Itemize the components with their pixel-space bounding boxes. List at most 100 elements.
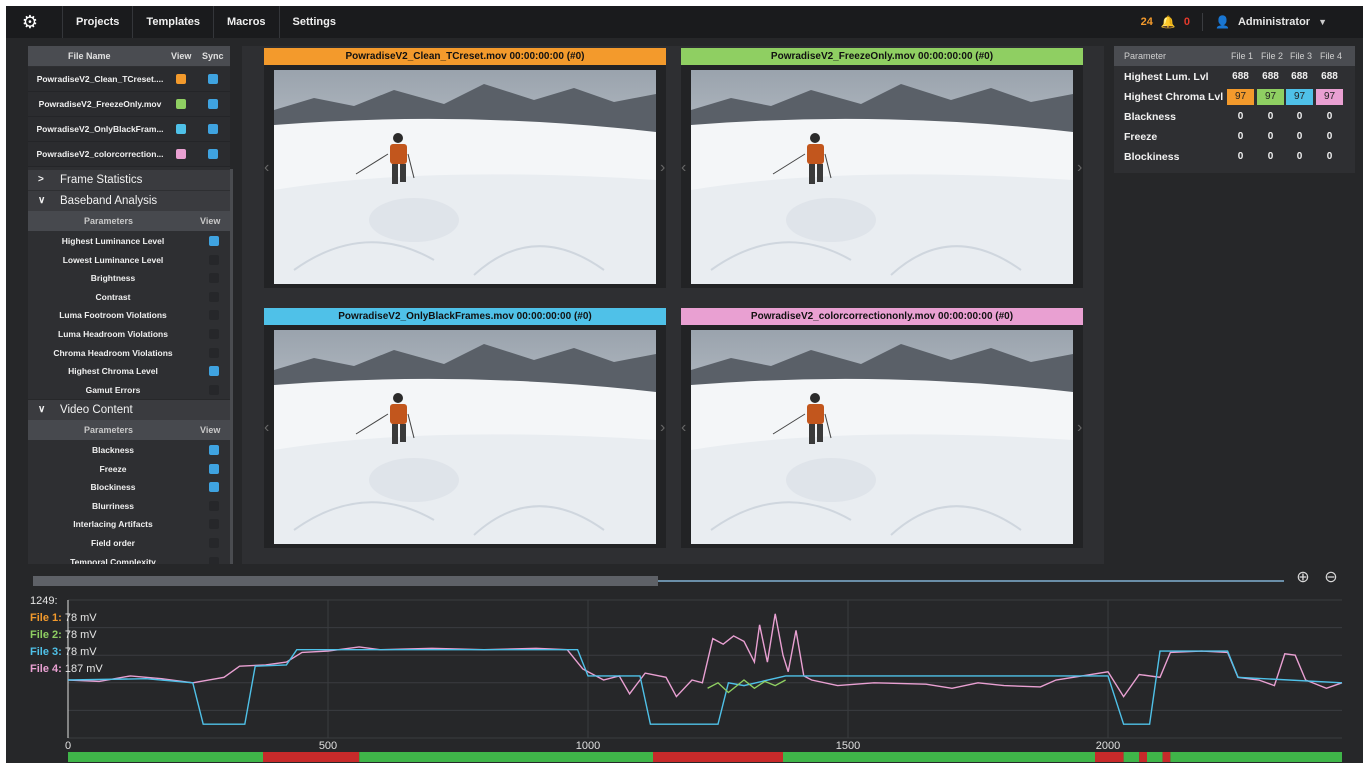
section-frame-statistics[interactable]: > Frame Statistics [28, 170, 230, 190]
param-view-checkbox[interactable] [209, 236, 219, 246]
video-panel-file-4[interactable]: PowradiseV2_colorcorrectiononly.mov 00:0… [681, 308, 1083, 548]
param-row[interactable]: Luma Headroom Violations [28, 325, 230, 345]
param-row[interactable]: Field order [28, 534, 230, 554]
param-row[interactable]: Highest Chroma Level [28, 362, 230, 382]
zoom-out-icon[interactable]: ⊖ [1322, 569, 1340, 587]
app-window: ⚙ Projects Templates Macros Settings 24 … [6, 6, 1363, 763]
param-name: Brightness [90, 273, 136, 284]
video-panel-file-3[interactable]: PowradiseV2_OnlyBlackFrames.mov 00:00:00… [264, 308, 666, 548]
param-view-checkbox[interactable] [209, 254, 219, 265]
chevron-right-icon[interactable]: › [1077, 418, 1085, 438]
video-panel-file-1[interactable]: PowradiseV2_Clean_TCreset.mov 00:00:00:0… [264, 48, 666, 288]
section-video-content[interactable]: ∨ Video Content [28, 400, 230, 420]
col-view[interactable]: View [171, 46, 191, 66]
param-row[interactable]: Lowest Luminance Level [28, 250, 230, 271]
param-name: Interlacing Artifacts [73, 519, 153, 530]
left-panel-scrollbar[interactable] [230, 169, 233, 564]
file-row[interactable]: PowradiseV2_colorcorrection... [28, 142, 230, 167]
view-toggle[interactable] [176, 74, 186, 84]
chevron-right-icon[interactable]: › [660, 158, 668, 178]
param-row[interactable]: Highest Luminance Level [28, 232, 230, 252]
sync-toggle[interactable] [208, 74, 218, 84]
col-file-name[interactable]: File Name [68, 46, 111, 66]
chevron-right-icon[interactable]: › [660, 418, 668, 438]
param-view-checkbox[interactable] [209, 519, 219, 530]
user-menu[interactable]: Administrator [1238, 16, 1310, 28]
stats-label: Freeze [1124, 131, 1158, 143]
param-view-checkbox[interactable] [209, 291, 219, 302]
video-panel-file-2[interactable]: PowradiseV2_FreezeOnly.mov 00:00:00:00 (… [681, 48, 1083, 288]
file-row[interactable]: PowradiseV2_FreezeOnly.mov [28, 92, 230, 117]
video-frame[interactable] [274, 70, 656, 284]
param-view-checkbox[interactable] [209, 445, 219, 455]
stats-value: 97 [1227, 89, 1254, 105]
zoom-in-icon[interactable]: ⊕ [1294, 569, 1312, 587]
video-frame[interactable] [274, 330, 656, 544]
param-view-checkbox[interactable] [209, 538, 219, 548]
view-toggle[interactable] [176, 124, 186, 134]
param-view-checkbox[interactable] [209, 329, 219, 339]
chevron-down-icon[interactable]: ▼ [1318, 17, 1327, 27]
param-row[interactable]: Brightness [28, 269, 230, 289]
param-view-checkbox[interactable] [209, 384, 219, 395]
status-segment [1170, 752, 1342, 762]
param-row[interactable]: Luma Footroom Violations [28, 306, 230, 326]
file-name: PowradiseV2_colorcorrection... [36, 149, 164, 159]
gear-icon[interactable]: ⚙ [20, 12, 40, 32]
sync-toggle[interactable] [208, 99, 218, 109]
param-name: Temporal Complexity [70, 556, 156, 564]
nav-projects[interactable]: Projects [62, 6, 132, 38]
stats-value: 0 [1326, 151, 1333, 162]
file-row[interactable]: PowradiseV2_Clean_TCreset.... [28, 67, 230, 92]
chevron-left-icon[interactable]: ‹ [264, 158, 272, 178]
param-row[interactable]: Gamut Errors [28, 380, 230, 401]
chevron-left-icon[interactable]: ‹ [681, 158, 689, 178]
param-view-checkbox[interactable] [209, 556, 219, 564]
sync-toggle[interactable] [208, 124, 218, 134]
col-sync[interactable]: Sync [202, 46, 224, 66]
param-row[interactable]: Blackness [28, 441, 230, 461]
chevron-down-icon: ∨ [38, 404, 46, 415]
param-row[interactable]: Blurriness [28, 496, 230, 517]
view-toggle[interactable] [176, 149, 186, 159]
graph-canvas[interactable]: 0 500 1000 1500 2000 [6, 590, 1363, 763]
section-baseband-analysis[interactable]: ∨ Baseband Analysis [28, 191, 230, 211]
bell-icon[interactable]: 🔔 [1161, 15, 1176, 29]
param-view-checkbox[interactable] [209, 273, 219, 284]
param-view-checkbox[interactable] [209, 500, 219, 511]
readout-line: File 3: 78 mV [30, 646, 97, 658]
file-row[interactable]: PowradiseV2_OnlyBlackFram... [28, 117, 230, 142]
param-view-checkbox[interactable] [209, 347, 219, 358]
timeline-scroll-thumb[interactable] [33, 576, 658, 586]
section-label: Baseband Analysis [60, 195, 158, 207]
analysis-graph[interactable]: 0 500 1000 1500 2000 1249: File 1: 78 mV File… [6, 590, 1363, 763]
file-name: PowradiseV2_Clean_TCreset.... [36, 74, 164, 84]
param-view-checkbox[interactable] [209, 310, 219, 321]
chevron-right-icon[interactable]: › [1077, 158, 1085, 178]
timeline-scroll-track[interactable] [658, 580, 1284, 582]
param-row[interactable]: Interlacing Artifacts [28, 515, 230, 535]
warning-count[interactable]: 24 [1141, 16, 1153, 28]
left-panel: File Name View Sync PowradiseV2_Clean_TC… [28, 46, 230, 564]
chevron-left-icon[interactable]: ‹ [264, 418, 272, 438]
param-view-checkbox[interactable] [209, 366, 219, 377]
nav-settings[interactable]: Settings [278, 6, 349, 38]
chevron-left-icon[interactable]: ‹ [681, 418, 689, 438]
video-frame[interactable] [691, 330, 1073, 544]
param-row[interactable]: Blockiness [28, 478, 230, 498]
view-toggle[interactable] [176, 99, 186, 109]
param-view-checkbox[interactable] [209, 463, 219, 474]
nav-templates[interactable]: Templates [132, 6, 213, 38]
nav-macros[interactable]: Macros [213, 6, 279, 38]
param-row[interactable]: Chroma Headroom Violations [28, 343, 230, 364]
sync-toggle[interactable] [208, 149, 218, 159]
param-row[interactable]: Freeze [28, 459, 230, 480]
param-row[interactable]: Temporal Complexity [28, 552, 230, 564]
video-frame[interactable] [691, 70, 1073, 284]
alert-count[interactable]: 0 [1184, 16, 1190, 28]
param-row[interactable]: Contrast [28, 287, 230, 308]
x-tick-label: 1500 [836, 740, 860, 752]
series-line [67, 649, 1343, 725]
param-view-checkbox[interactable] [209, 482, 219, 493]
param-name: Highest Luminance Level [61, 236, 165, 246]
